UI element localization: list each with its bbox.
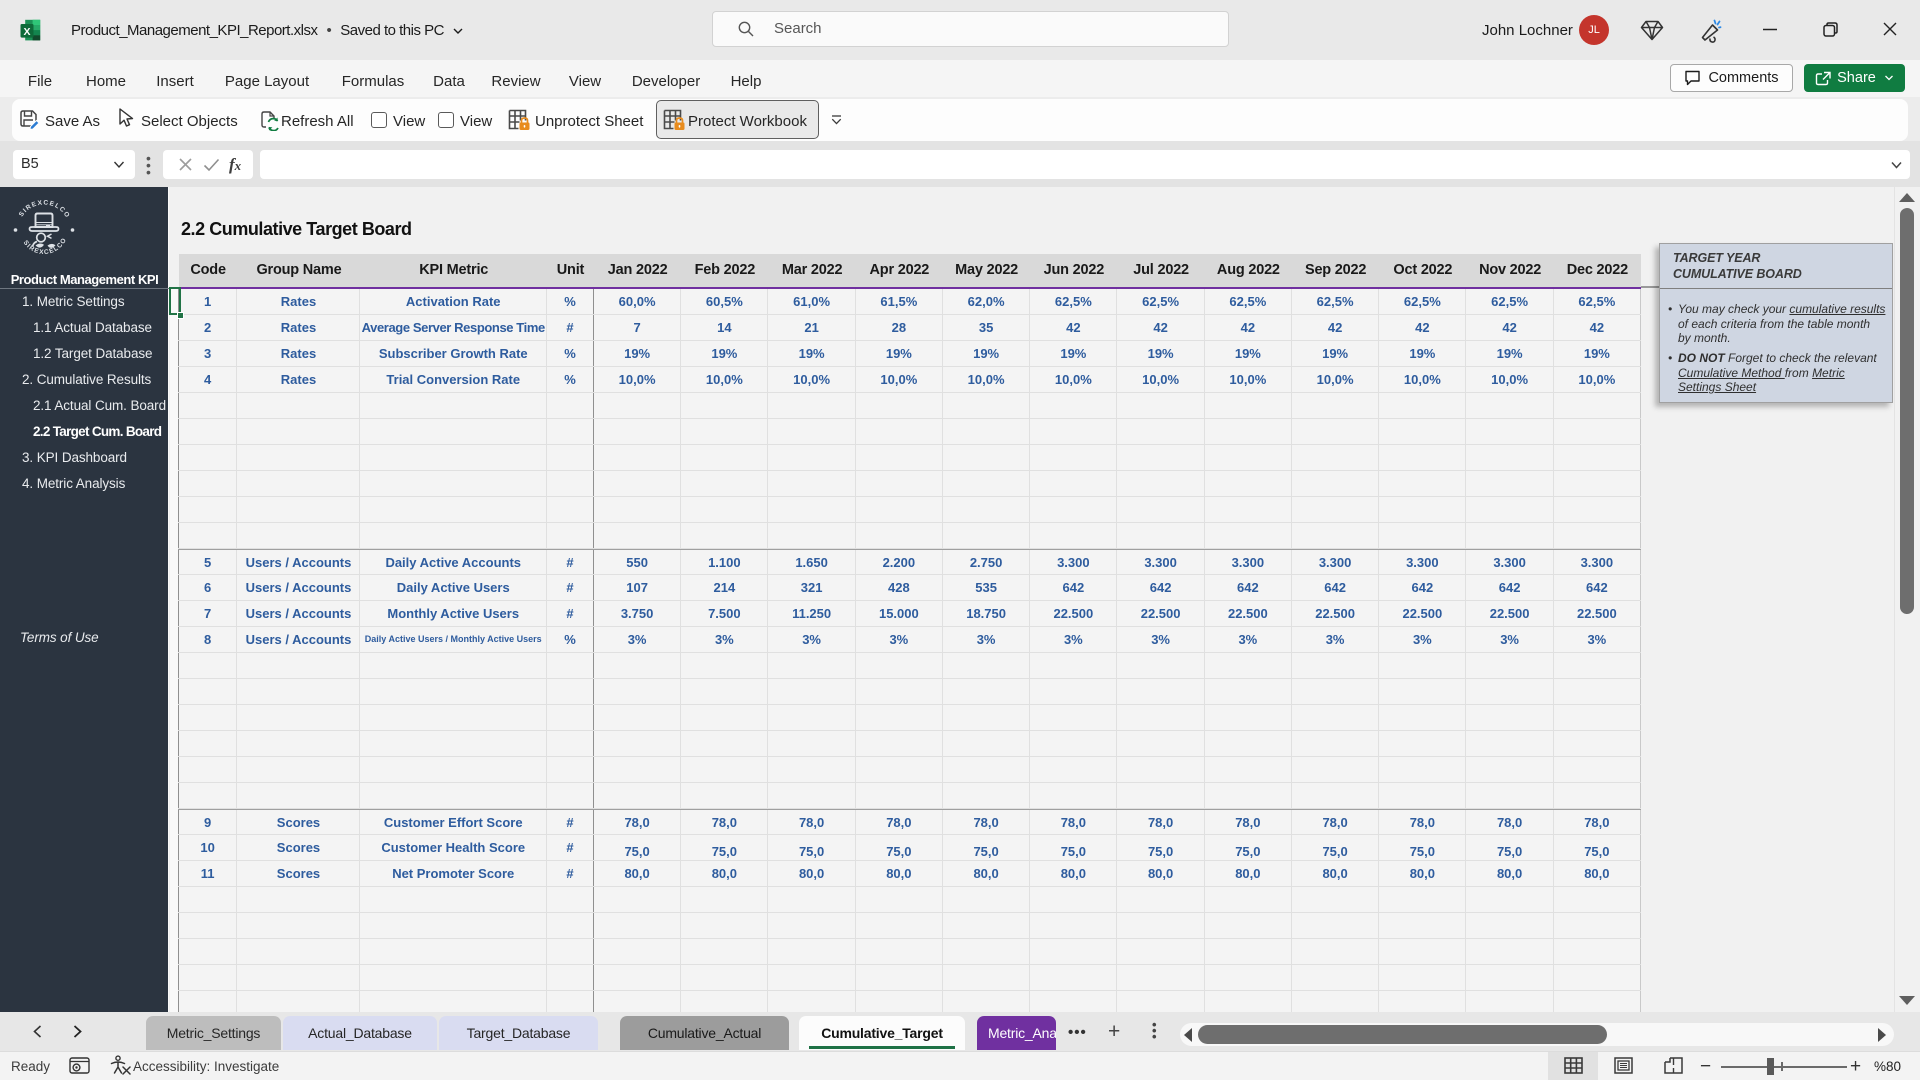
svg-text:X: X xyxy=(23,26,30,38)
svg-text:SIREXCELCO: SIREXCELCO xyxy=(18,199,71,219)
